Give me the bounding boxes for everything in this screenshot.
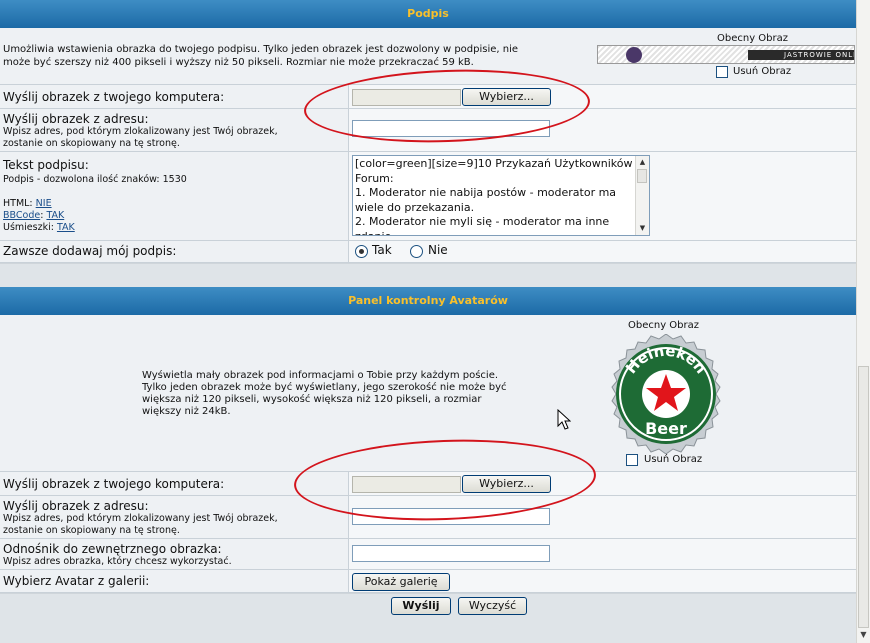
signature-description-line1: Umożliwia wstawienia obrazka do twojego …: [3, 44, 519, 55]
signature-banner-logo: [626, 47, 642, 63]
smilies-label: Uśmieszki:: [3, 222, 54, 233]
avatar-remote-input[interactable]: [352, 545, 550, 562]
signature-section-header: Podpis: [0, 0, 856, 28]
show-gallery-button[interactable]: Pokaż galerię: [352, 573, 450, 591]
signature-url-help-line2: zostanie on skopiowany na tę stronę.: [3, 138, 180, 149]
avatar-description-line3: większa niż 120 pikseli, wysokość większ…: [142, 394, 482, 405]
signature-remove-image-label: Usuń Obraz: [733, 66, 792, 77]
avatar-description-line4: większy niż 24kB.: [142, 406, 231, 417]
avatar-url-help-line1: Wpisz adres, pod którym zlokalizowany je…: [3, 513, 278, 524]
avatar-browse-button[interactable]: Wybierz...: [462, 475, 551, 493]
avatar-file-input[interactable]: [352, 476, 461, 493]
signature-char-limit: Podpis - dozwolona ilość znaków: 1530: [3, 174, 187, 185]
scroll-up-icon[interactable]: ▲: [636, 156, 649, 169]
avatar-url-input[interactable]: [352, 508, 550, 525]
signature-always-no-label: Nie: [428, 243, 448, 257]
avatar-current-image-label: Obecny Obraz: [628, 320, 700, 331]
reset-button[interactable]: Wyczyść: [458, 597, 527, 615]
signature-upload-label: Wyślij obrazek z twojego komputera:: [3, 90, 225, 104]
signature-banner-text: JASTROWIE ONLINE: [748, 50, 854, 60]
section-spacer: [0, 263, 856, 288]
scroll-down-arrow-icon[interactable]: ▼: [857, 628, 870, 642]
bbcode-status-link[interactable]: TAK: [46, 210, 64, 221]
signature-current-image-label: Obecny Obraz: [717, 33, 789, 44]
signature-file-input[interactable]: [352, 89, 461, 106]
html-label: HTML:: [3, 198, 33, 209]
avatar-image: Heineken Beer: [611, 334, 721, 454]
scroll-down-icon[interactable]: ▼: [636, 222, 649, 235]
signature-url-label: Wyślij obrazek z adresu:: [3, 112, 149, 126]
signature-url-help-line1: Wpisz adres, pod którym zlokalizowany je…: [3, 126, 278, 137]
signature-textarea-content: [color=green][size=9]10 Przykazań Użytko…: [355, 157, 633, 235]
avatar-description-line1: Wyświetla mały obrazek pod informacjami …: [142, 370, 499, 381]
signature-textarea-scroll-thumb[interactable]: [637, 169, 647, 183]
mouse-cursor-icon: [557, 409, 571, 430]
profile-form-page: Podpis Umożliwia wstawienia obrazka do t…: [0, 0, 856, 643]
signature-image-banner: JASTROWIE ONLINE: [597, 45, 855, 64]
signature-text-label: Tekst podpisu:: [3, 158, 89, 172]
signature-textarea[interactable]: [color=green][size=9]10 Przykazań Użytko…: [352, 155, 650, 236]
page-scrollbar[interactable]: ▼: [856, 0, 870, 643]
html-status-link[interactable]: NIE: [36, 198, 52, 209]
avatar-remove-image-label: Usuń Obraz: [644, 454, 703, 465]
signature-always-yes-label: Tak: [372, 243, 392, 257]
signature-url-input[interactable]: [352, 120, 550, 137]
avatar-section-header: Panel kontrolny Avatarów: [0, 287, 856, 315]
avatar-remote-label: Odnośnik do zewnętrznego obrazka:: [3, 542, 222, 556]
avatar-remove-image-checkbox[interactable]: [626, 454, 638, 466]
avatar-upload-label: Wyślij obrazek z twojego komputera:: [3, 477, 225, 491]
smilies-status-link[interactable]: TAK: [57, 222, 75, 233]
avatar-gallery-label: Wybierz Avatar z galerii:: [3, 574, 150, 588]
bbcode-link[interactable]: BBCode: [3, 210, 40, 221]
signature-always-label: Zawsze dodawaj mój podpis:: [3, 244, 177, 258]
signature-textarea-scrollbar[interactable]: ▲ ▼: [635, 156, 649, 235]
avatar-url-help-line2: zostanie on skopiowany na tę stronę.: [3, 525, 180, 536]
avatar-description-line2: Tylko jeden obrazek może być wyświetlany…: [142, 382, 507, 393]
signature-always-no-radio[interactable]: [410, 245, 423, 258]
avatar-url-label: Wyślij obrazek z adresu:: [3, 499, 149, 513]
signature-description-line2: może być szerszy niż 400 pikseli i wyższ…: [3, 57, 474, 68]
avatar-description-row: Wyświetla mały obrazek pod informacjami …: [0, 315, 856, 472]
signature-always-yes-radio[interactable]: [355, 245, 368, 258]
avatar-bottom-text: Beer: [645, 419, 687, 438]
avatar-remote-help: Wpisz adres obrazka, który chcesz wykorz…: [3, 556, 232, 567]
submit-button[interactable]: Wyślij: [391, 597, 451, 615]
signature-remove-image-checkbox[interactable]: [716, 66, 728, 78]
signature-browse-button[interactable]: Wybierz...: [462, 88, 551, 106]
page-scrollbar-thumb[interactable]: [858, 366, 869, 628]
